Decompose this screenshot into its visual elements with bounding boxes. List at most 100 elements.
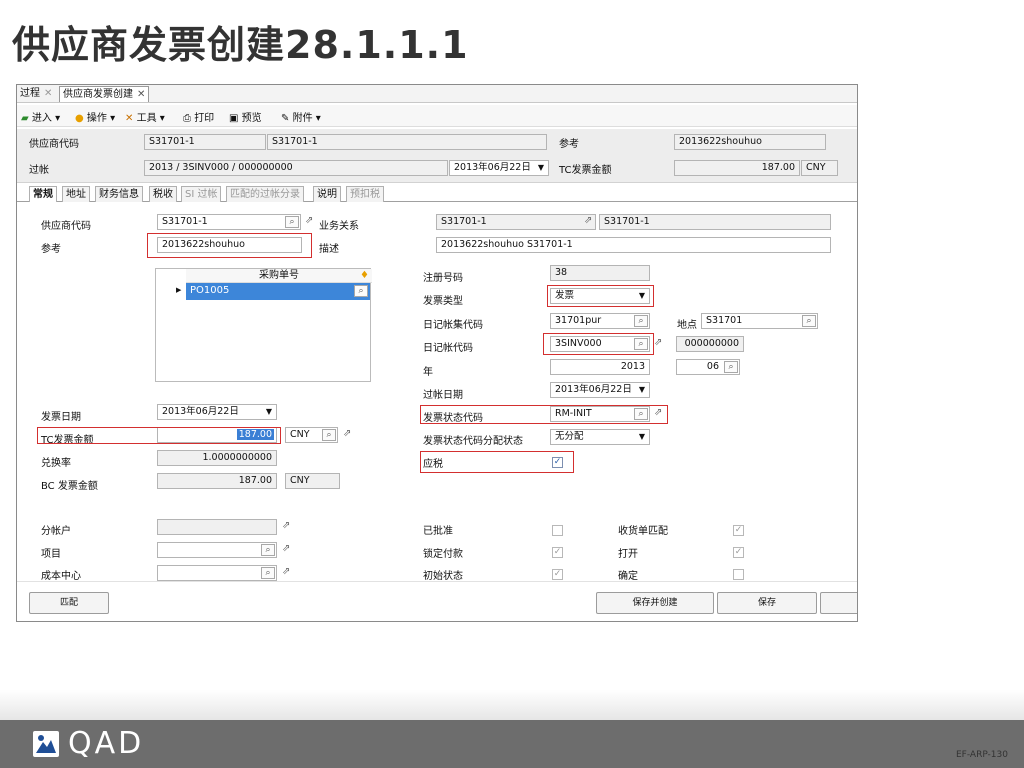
- link-icon[interactable]: ⇗: [343, 428, 351, 440]
- invoice-date-label: 发票日期: [41, 412, 81, 423]
- enter-menu[interactable]: ▰ 进入 ▾: [21, 109, 60, 124]
- save-create-button[interactable]: 保存并创建: [596, 592, 714, 614]
- bc-amount-field: 187.00: [157, 473, 277, 489]
- tab-finance[interactable]: 财务信息: [95, 186, 143, 202]
- search-icon[interactable]: ⌕: [261, 567, 275, 579]
- supplier-desc-field: S31701-1: [267, 134, 547, 150]
- tab-si-posting[interactable]: SI 过帐: [181, 186, 222, 202]
- year-field[interactable]: 2013: [550, 359, 650, 375]
- slide-number: EF-ARP-130: [956, 750, 1008, 760]
- search-icon[interactable]: ⌕: [634, 408, 648, 420]
- posting-date-select[interactable]: 2013年06月22日 ▼: [449, 160, 549, 176]
- save-button[interactable]: 保存: [717, 592, 817, 614]
- tc-currency-field: CNY: [801, 160, 838, 176]
- reference-field[interactable]: 2013622shouhuo: [674, 134, 826, 150]
- search-icon[interactable]: ⌕: [634, 315, 648, 327]
- bc-currency-field: CNY: [285, 473, 340, 489]
- tab-address[interactable]: 地址: [62, 186, 90, 202]
- initial-status-checkbox[interactable]: ✓: [552, 569, 563, 580]
- description-field[interactable]: 2013622shouhuo S31701-1: [436, 237, 831, 253]
- form-tabs: 常规 地址 财务信息 税收 SI 过帐 匹配的过帐分录 说明 预扣税: [17, 185, 857, 202]
- cancel-button[interactable]: [820, 592, 857, 614]
- link-icon[interactable]: ⇗: [282, 520, 290, 532]
- confirm-checkbox[interactable]: [733, 569, 744, 580]
- link-icon[interactable]: ⇗: [282, 566, 290, 578]
- highlight-box: [543, 333, 654, 355]
- link-icon[interactable]: ⇗: [584, 215, 592, 227]
- actions-menu[interactable]: ● 操作 ▾: [75, 109, 115, 124]
- approved-checkbox[interactable]: [552, 525, 563, 536]
- bc-amount-label: BC 发票金额: [41, 481, 98, 492]
- tab-withholding[interactable]: 预扣税: [346, 186, 384, 202]
- button-bar: 匹配 保存并创建 保存: [17, 581, 857, 621]
- cost-center-field[interactable]: [157, 565, 277, 581]
- tools-icon: ✕: [125, 113, 134, 124]
- paperclip-icon: ✎: [281, 113, 290, 124]
- search-icon[interactable]: ⌕: [261, 544, 275, 556]
- sub-account-field[interactable]: [157, 519, 277, 535]
- print-button[interactable]: ⎙ 打印: [183, 109, 214, 124]
- posting-label: 过帐: [29, 165, 49, 176]
- close-icon[interactable]: ✕: [137, 89, 145, 100]
- tab-tax[interactable]: 税收: [149, 186, 177, 202]
- close-icon[interactable]: ✕: [44, 88, 52, 99]
- tc-amount-label: TC发票金额: [559, 165, 612, 176]
- highlight-box: [147, 233, 312, 258]
- daybook-label: 日记帐代码: [423, 343, 473, 354]
- tab-invoice-create[interactable]: 供应商发票创建 ✕: [59, 86, 150, 102]
- po-list-header: 采购单号 ♦: [186, 269, 372, 283]
- slide-title: 供应商发票创建28.1.1.1: [12, 23, 469, 67]
- tab-general[interactable]: 常规: [29, 186, 57, 202]
- registration-label: 注册号码: [423, 273, 463, 284]
- slide-bottom-gradient: [0, 690, 1024, 720]
- chevron-down-icon: ▼: [537, 163, 544, 172]
- search-icon[interactable]: ⌕: [802, 315, 816, 327]
- supplier-code-field[interactable]: S31701-1: [144, 134, 266, 150]
- invoice-type-label: 发票类型: [423, 296, 463, 307]
- link-icon[interactable]: ⇗: [305, 215, 313, 227]
- description-label: 描述: [319, 244, 339, 255]
- sort-icon[interactable]: ♦: [360, 269, 369, 282]
- business-relation-field[interactable]: S31701-1: [436, 214, 596, 230]
- tab-process[interactable]: 过程 ✕: [17, 86, 55, 102]
- locked-label: 锁定付款: [423, 549, 463, 560]
- link-icon[interactable]: ⇗: [282, 543, 290, 555]
- highlight-box: [37, 427, 281, 444]
- attachment-menu[interactable]: ✎ 附件 ▾: [281, 109, 321, 124]
- qad-logo: QAD: [68, 726, 145, 761]
- po-row[interactable]: PO1005: [186, 283, 370, 300]
- receipt-match-checkbox[interactable]: ✓: [733, 525, 744, 536]
- site-label: 地点: [677, 320, 697, 331]
- search-icon[interactable]: ⌕: [354, 285, 368, 297]
- site-field[interactable]: S31701: [701, 313, 818, 329]
- link-icon[interactable]: ⇗: [654, 407, 662, 419]
- preview-button[interactable]: ▣ 预览: [229, 109, 262, 124]
- tab-matched-posting[interactable]: 匹配的过帐分录: [226, 186, 304, 202]
- sub-account-label: 分帐户: [41, 526, 71, 537]
- row-pointer-icon: ▶: [176, 286, 182, 294]
- business-relation-desc: S31701-1: [599, 214, 831, 230]
- form-reference-label: 参考: [41, 244, 61, 255]
- search-icon[interactable]: ⌕: [724, 361, 738, 373]
- open-checkbox[interactable]: ✓: [733, 547, 744, 558]
- match-button[interactable]: 匹配: [29, 592, 109, 614]
- qad-logo-icon: [33, 731, 59, 757]
- invoice-date-select[interactable]: 2013年06月22日 ▼: [157, 404, 277, 420]
- allocation-select[interactable]: 无分配 ▼: [550, 429, 650, 445]
- posting-date-select[interactable]: 2013年06月22日 ▼: [550, 382, 650, 398]
- tools-menu[interactable]: ✕ 工具 ▾: [125, 109, 165, 124]
- posting-field: 2013 / 3SINV000 / 000000000: [144, 160, 448, 176]
- daybook-set-label: 日记帐集代码: [423, 320, 483, 331]
- tab-notes[interactable]: 说明: [313, 186, 341, 202]
- preview-icon: ▣: [229, 113, 239, 124]
- locked-checkbox[interactable]: ✓: [552, 547, 563, 558]
- rate-field: 1.0000000000: [157, 450, 277, 466]
- search-icon[interactable]: ⌕: [322, 429, 336, 441]
- search-icon[interactable]: ⌕: [285, 216, 299, 228]
- link-icon[interactable]: ⇗: [654, 337, 662, 349]
- chevron-down-icon: ▼: [265, 407, 272, 416]
- form-supplier-field[interactable]: S31701-1: [157, 214, 301, 230]
- po-list: 采购单号 ♦ ▶ PO1005 ⌕: [155, 268, 372, 382]
- project-field[interactable]: [157, 542, 277, 558]
- reference-label: 参考: [559, 139, 579, 150]
